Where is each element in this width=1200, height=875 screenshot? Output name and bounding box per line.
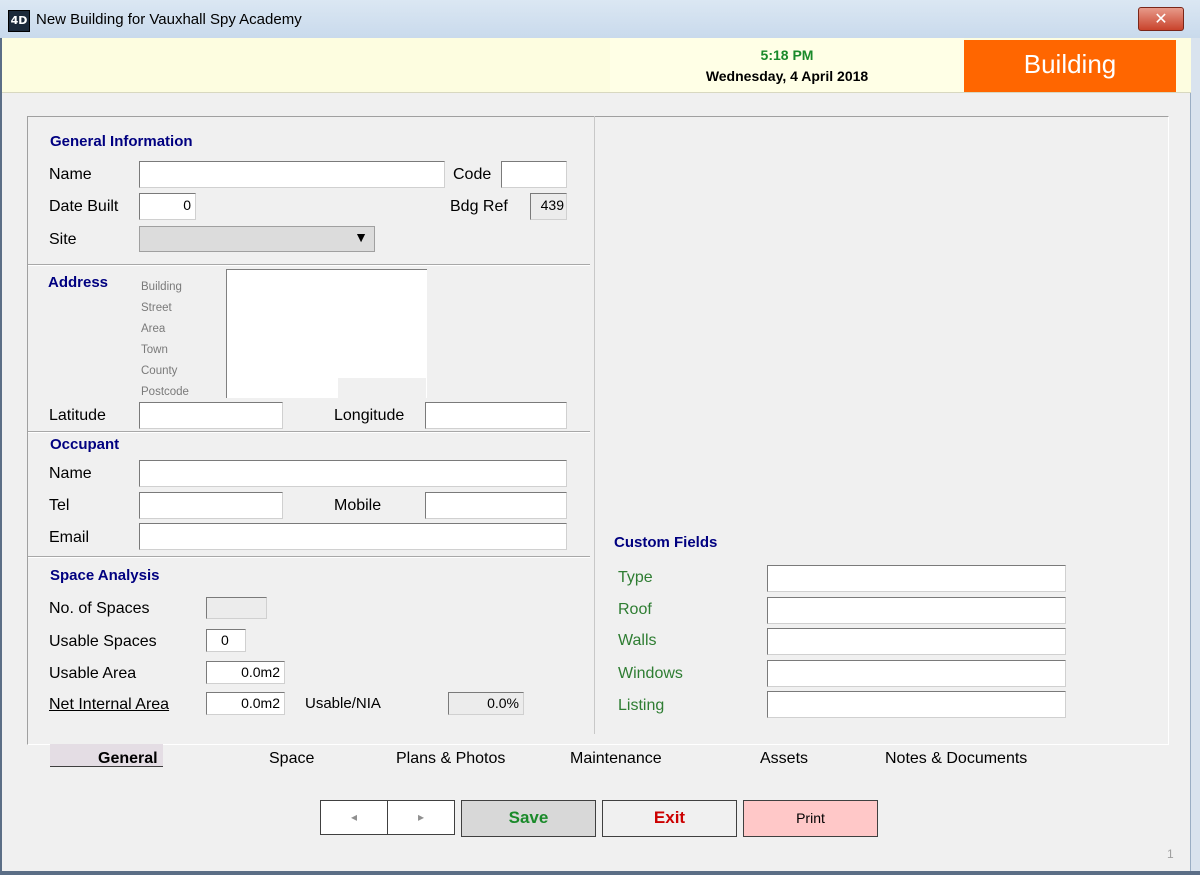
usable-area-label: Usable Area [49,665,137,682]
section-divider [28,556,590,558]
tab-notes-documents[interactable]: Notes & Documents [885,750,1027,768]
latitude-input[interactable] [139,402,283,429]
module-badge: Building [964,40,1176,92]
longitude-label: Longitude [334,407,405,424]
custom-listing-label: Listing [618,697,665,714]
section-divider [28,264,590,266]
address-label-town: Town [141,344,168,356]
mobile-input[interactable] [425,492,567,519]
custom-walls-input[interactable] [767,628,1066,655]
next-record-button[interactable]: ▸ [387,800,455,835]
page-number: 1 [1167,847,1174,861]
tel-input[interactable] [139,492,283,519]
date-built-input[interactable]: 0 [139,193,196,220]
custom-windows-input[interactable] [767,660,1066,687]
window-title: New Building for Vauxhall Spy Academy [36,11,302,28]
window-border-left [0,38,2,875]
bdg-ref-value: 439 [530,193,567,220]
address-scroll-corner [338,378,426,398]
address-label-building: Building [141,281,182,293]
tab-plans-photos[interactable]: Plans & Photos [396,750,505,768]
site-dropdown[interactable]: ▼ [139,226,375,252]
tab-assets[interactable]: Assets [760,750,808,768]
date-built-label: Date Built [49,198,119,215]
tab-space[interactable]: Space [269,750,314,768]
email-label: Email [49,529,90,546]
section-divider [28,431,590,433]
exit-button[interactable]: Exit [602,800,737,837]
window-border-right [1190,38,1200,875]
tab-general[interactable]: General [98,750,158,768]
clock-time: 5:18 PM [760,47,814,63]
custom-listing-input[interactable] [767,691,1066,718]
close-icon: ✕ [1154,9,1168,28]
clock-date: Wednesday, 4 April 2018 [705,68,869,84]
custom-fields-heading: Custom Fields [614,534,718,551]
close-button[interactable]: ✕ [1138,7,1184,31]
site-label: Site [49,231,77,248]
chevron-down-icon: ▼ [354,229,368,245]
code-input[interactable] [501,161,567,188]
custom-roof-label: Roof [618,601,652,618]
previous-record-button[interactable]: ◂ [320,800,388,835]
address-heading: Address [48,274,109,291]
custom-type-input[interactable] [767,565,1066,592]
custom-type-label: Type [618,569,653,586]
general-info-heading: General Information [50,133,193,150]
no-of-spaces-label: No. of Spaces [49,600,150,617]
email-input[interactable] [139,523,567,550]
chevron-left-icon: ◂ [350,810,358,824]
window-border-bottom [0,871,1200,875]
occupant-name-label: Name [49,465,92,482]
address-label-county: County [141,365,178,377]
net-internal-area-link[interactable]: Net Internal Area [49,696,169,714]
address-label-area: Area [141,323,166,335]
panel-divider [594,116,595,734]
occupant-name-input[interactable] [139,460,567,487]
address-label-postcode: Postcode [141,386,189,398]
address-line-labels: Building Street Area Town County Postcod… [141,277,189,403]
usable-area-input[interactable]: 0.0m2 [206,661,285,684]
tab-maintenance[interactable]: Maintenance [570,750,662,768]
occupant-heading: Occupant [50,436,120,453]
custom-roof-input[interactable] [767,597,1066,624]
chevron-right-icon: ▸ [417,810,425,824]
name-label: Name [49,166,92,183]
custom-windows-label: Windows [618,665,683,682]
custom-walls-label: Walls [618,632,657,649]
building-name-input[interactable] [139,161,445,188]
mobile-label: Mobile [334,497,382,514]
net-internal-area-input[interactable]: 0.0m2 [206,692,285,715]
longitude-input[interactable] [425,402,567,429]
usable-spaces-input[interactable]: 0 [206,629,246,652]
no-of-spaces-value [206,597,267,619]
code-label: Code [453,166,492,183]
usable-spaces-label: Usable Spaces [49,633,157,650]
tel-label: Tel [49,497,70,514]
app-icon: 4D [8,10,30,32]
usable-nia-value: 0.0% [448,692,524,715]
latitude-label: Latitude [49,407,106,424]
usable-nia-label: Usable/NIA [305,695,381,712]
bdg-ref-label: Bdg Ref [450,198,508,215]
address-label-street: Street [141,302,172,314]
space-analysis-heading: Space Analysis [50,567,160,584]
save-button[interactable]: Save [461,800,596,837]
print-button[interactable]: Print [743,800,878,837]
